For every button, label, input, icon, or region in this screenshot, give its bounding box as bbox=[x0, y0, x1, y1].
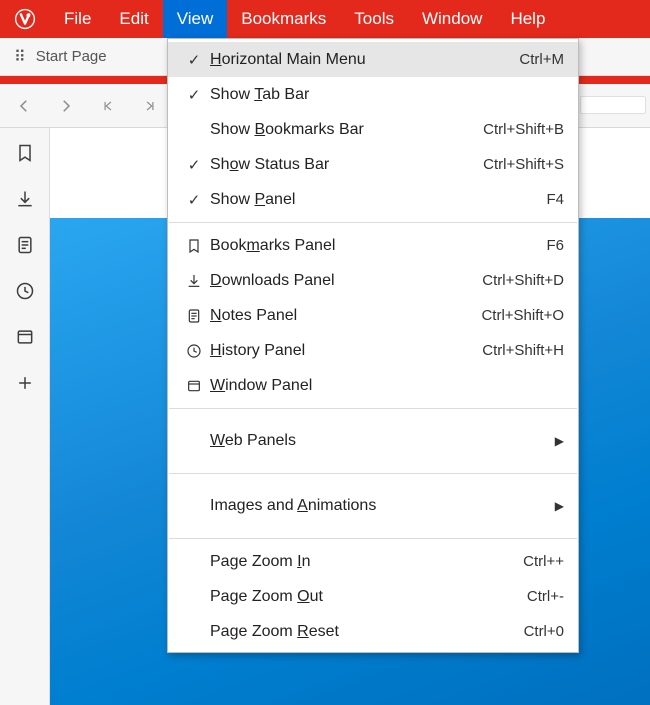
panel-window-button[interactable] bbox=[0, 316, 50, 362]
download-icon bbox=[15, 189, 35, 213]
panel-bookmarks-button[interactable] bbox=[0, 132, 50, 178]
menu-help[interactable]: Help bbox=[496, 0, 559, 38]
main-menubar: FileEditViewBookmarksToolsWindowHelp bbox=[0, 0, 650, 38]
menu-item-label: Show Tab Bar bbox=[210, 86, 564, 104]
menu-edit[interactable]: Edit bbox=[105, 0, 162, 38]
menu-item-label: Show Panel bbox=[210, 191, 454, 209]
view-menu-dropdown: ✓Horizontal Main MenuCtrl+M✓Show Tab Bar… bbox=[167, 38, 579, 653]
rewind-button[interactable] bbox=[92, 90, 124, 122]
menu-item-history-panel[interactable]: History PanelCtrl+Shift+H bbox=[168, 333, 578, 368]
menu-item-label: Show Bookmarks Bar bbox=[210, 121, 454, 139]
menu-item-shortcut: Ctrl++ bbox=[454, 553, 564, 570]
menu-window[interactable]: Window bbox=[408, 0, 496, 38]
menu-view[interactable]: View bbox=[163, 0, 228, 38]
plus-icon bbox=[15, 373, 35, 397]
submenu-arrow-icon: ▶ bbox=[550, 499, 564, 513]
menu-item-label: Page Zoom Reset bbox=[210, 623, 454, 641]
menu-item-label: Downloads Panel bbox=[210, 272, 454, 290]
menu-item-label: Show Status Bar bbox=[210, 156, 454, 174]
panel-add-button[interactable] bbox=[0, 362, 50, 408]
panel-notes-button[interactable] bbox=[0, 224, 50, 270]
window-icon bbox=[178, 378, 210, 394]
menu-item-page-zoom-reset[interactable]: Page Zoom ResetCtrl+0 bbox=[168, 614, 578, 649]
fast-forward-button[interactable] bbox=[134, 90, 166, 122]
menu-bookmarks[interactable]: Bookmarks bbox=[227, 0, 340, 38]
menu-item-page-zoom-out[interactable]: Page Zoom OutCtrl+- bbox=[168, 579, 578, 614]
menu-item-label: Images and Animations bbox=[210, 497, 550, 515]
history-icon bbox=[15, 281, 35, 305]
check-icon: ✓ bbox=[178, 191, 210, 209]
menu-item-shortcut: F6 bbox=[454, 237, 564, 254]
panel-downloads-button[interactable] bbox=[0, 178, 50, 224]
menu-separator bbox=[169, 473, 577, 474]
menu-item-shortcut: F4 bbox=[454, 191, 564, 208]
menu-separator bbox=[169, 222, 577, 223]
menu-item-label: Page Zoom Out bbox=[210, 588, 454, 606]
menu-item-web-panels[interactable]: Web Panels▶ bbox=[168, 414, 578, 468]
menu-item-horizontal-main-menu[interactable]: ✓Horizontal Main MenuCtrl+M bbox=[168, 42, 578, 77]
tab-start-page[interactable]: Start Page bbox=[36, 48, 107, 65]
history-icon bbox=[178, 343, 210, 359]
menu-item-show-panel[interactable]: ✓Show PanelF4 bbox=[168, 182, 578, 217]
menu-item-label: Window Panel bbox=[210, 377, 564, 395]
menu-item-shortcut: Ctrl+Shift+S bbox=[454, 156, 564, 173]
menu-item-shortcut: Ctrl+Shift+O bbox=[454, 307, 564, 324]
menu-item-bookmarks-panel[interactable]: Bookmarks PanelF6 bbox=[168, 228, 578, 263]
menu-item-show-tab-bar[interactable]: ✓Show Tab Bar bbox=[168, 77, 578, 112]
menu-item-notes-panel[interactable]: Notes PanelCtrl+Shift+O bbox=[168, 298, 578, 333]
menu-item-label: Web Panels bbox=[210, 432, 550, 450]
menu-item-label: Notes Panel bbox=[210, 307, 454, 325]
vivaldi-logo[interactable] bbox=[0, 0, 50, 38]
check-icon: ✓ bbox=[178, 86, 210, 104]
bookmark-icon bbox=[15, 143, 35, 167]
check-icon: ✓ bbox=[178, 156, 210, 174]
notes-icon bbox=[178, 308, 210, 324]
download-icon bbox=[178, 273, 210, 289]
submenu-arrow-icon: ▶ bbox=[550, 434, 564, 448]
menu-item-shortcut: Ctrl+Shift+H bbox=[454, 342, 564, 359]
menu-separator bbox=[169, 408, 577, 409]
menu-item-show-status-bar[interactable]: ✓Show Status BarCtrl+Shift+S bbox=[168, 147, 578, 182]
back-button[interactable] bbox=[8, 90, 40, 122]
apps-grid-icon[interactable]: ⠿ bbox=[14, 47, 26, 67]
menu-item-shortcut: Ctrl+M bbox=[454, 51, 564, 68]
menu-item-page-zoom-in[interactable]: Page Zoom InCtrl++ bbox=[168, 544, 578, 579]
menu-item-images-and-animations[interactable]: Images and Animations▶ bbox=[168, 479, 578, 533]
check-icon: ✓ bbox=[178, 51, 210, 69]
notes-icon bbox=[15, 235, 35, 259]
menu-item-shortcut: Ctrl+Shift+D bbox=[454, 272, 564, 289]
menu-item-label: Page Zoom In bbox=[210, 553, 454, 571]
menu-separator bbox=[169, 538, 577, 539]
panel-history-button[interactable] bbox=[0, 270, 50, 316]
forward-button[interactable] bbox=[50, 90, 82, 122]
menu-tools[interactable]: Tools bbox=[340, 0, 408, 38]
menu-item-label: History Panel bbox=[210, 342, 454, 360]
menu-item-label: Horizontal Main Menu bbox=[210, 51, 454, 69]
menu-item-label: Bookmarks Panel bbox=[210, 237, 454, 255]
menu-item-shortcut: Ctrl+- bbox=[454, 588, 564, 605]
menu-item-show-bookmarks-bar[interactable]: Show Bookmarks BarCtrl+Shift+B bbox=[168, 112, 578, 147]
menu-item-shortcut: Ctrl+0 bbox=[454, 623, 564, 640]
window-icon bbox=[15, 327, 35, 351]
side-panel bbox=[0, 128, 50, 705]
bookmark-icon bbox=[178, 238, 210, 254]
menu-file[interactable]: File bbox=[50, 0, 105, 38]
address-bar-fragment[interactable] bbox=[580, 96, 646, 114]
menu-item-shortcut: Ctrl+Shift+B bbox=[454, 121, 564, 138]
menu-item-downloads-panel[interactable]: Downloads PanelCtrl+Shift+D bbox=[168, 263, 578, 298]
menu-item-window-panel[interactable]: Window Panel bbox=[168, 368, 578, 403]
